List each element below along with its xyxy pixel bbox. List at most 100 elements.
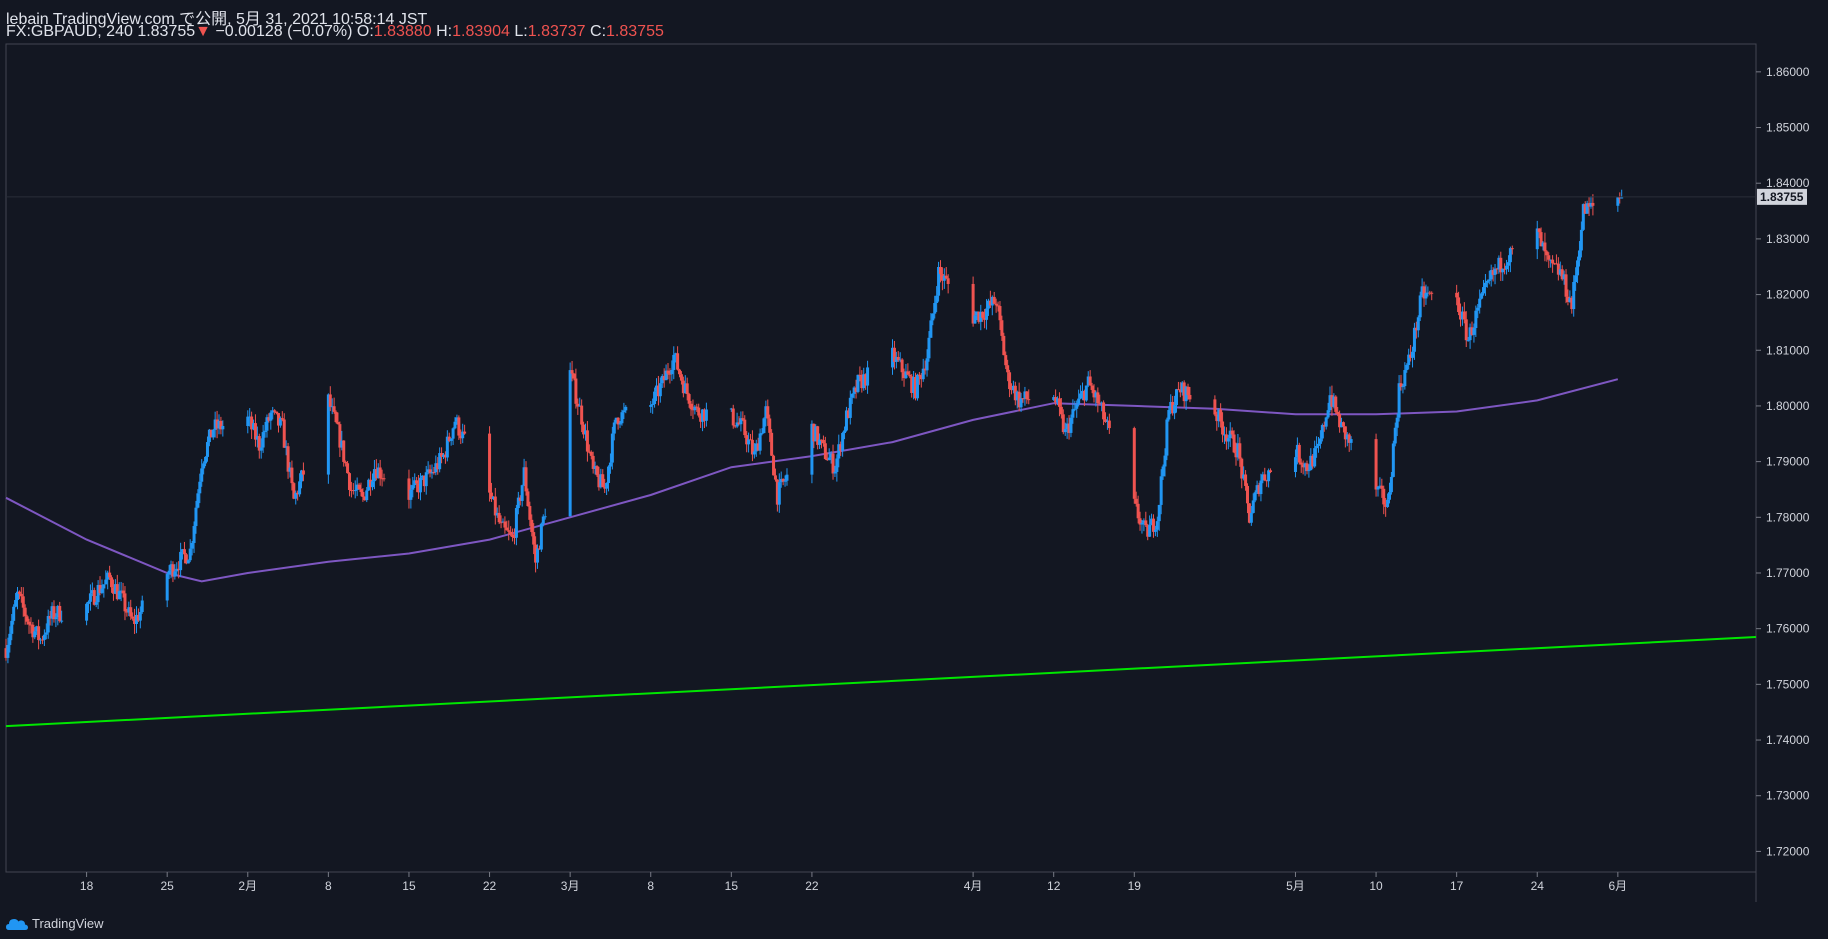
candle-body [528,506,532,520]
candle-body [1244,474,1248,486]
candle-body [570,370,574,374]
candle-body [572,373,576,379]
candle-body [973,315,977,324]
candle-body [1389,476,1393,493]
candle-body [21,596,25,608]
candle-body [344,461,348,464]
candle-body [1349,439,1353,443]
x-tick-label: 4月 [964,879,983,893]
candle-body [211,429,215,438]
candle-body [1401,386,1405,388]
candle-body [102,584,106,589]
candle-body [346,463,350,474]
candle-body [1096,392,1100,404]
candle-body [676,353,680,370]
candle-body [194,507,198,527]
candle-body [1430,292,1434,294]
candle-body [783,480,787,482]
candle-body [595,466,599,476]
candle-body [915,374,919,399]
candle-body [1387,492,1391,500]
candle-body [1148,524,1152,537]
candle-body [944,275,948,279]
candle-body [424,472,428,487]
candle-body [931,313,935,321]
candle-body [1090,385,1094,390]
candle-body [418,477,422,493]
candle-body [1004,355,1008,366]
candle-body [190,543,194,549]
y-tick-label: 1.81000 [1766,343,1810,357]
candle-body [1132,428,1136,499]
candle-body [539,523,543,550]
candle-body [25,616,29,622]
x-tick-label: 6月 [1608,879,1627,893]
candle-body [856,374,860,392]
candle-body [1336,411,1340,415]
candle-body [610,433,614,463]
candle-body [1543,242,1547,252]
candle-body [1324,417,1328,427]
candle-body [1008,372,1012,390]
candle-body [1163,455,1167,467]
candle-body [689,403,693,410]
candle-body [1545,251,1549,256]
candle-body [1505,265,1509,270]
price-chart[interactable]: 1.72000 1.73000 1.74000 1.75000 1.76000 1.770… [0,0,1828,939]
candle-body [1320,425,1324,439]
candle-body [497,512,501,523]
candle-body [1165,419,1169,456]
candle-body [1380,485,1384,489]
candle-body [1136,503,1140,519]
candle-body [123,593,127,612]
candle-body [44,632,48,635]
candle-body [543,516,547,518]
candle-body [290,467,294,484]
candle-body [1075,404,1079,409]
candle-body [831,453,835,474]
candle-body [1472,327,1476,335]
candle-body [1002,335,1006,356]
candle-body [670,369,674,375]
last-price-label: 1.83755 [1760,190,1804,204]
candle-body [10,620,14,634]
candle-body [85,603,89,621]
candle-body [1403,370,1407,387]
candle-body [1226,438,1230,442]
candle-body [1487,279,1491,281]
candle-body [192,526,196,544]
candle-body [1159,476,1163,505]
candle-body [6,644,10,658]
candle-body [1293,457,1297,473]
candle-body [704,409,708,421]
candle-body [27,621,31,625]
candle-body [1341,422,1345,427]
candle-body [19,593,23,597]
candle-body [743,419,747,436]
candle-body [520,485,524,501]
candle-body [42,634,46,640]
candle-body [359,489,363,493]
candle-body [14,600,18,607]
y-tick-label: 1.83000 [1766,232,1810,246]
candle-body [12,606,16,621]
candle-body [1219,409,1223,422]
candle-body [1620,197,1624,199]
candle-body [1405,365,1409,371]
candle-body [186,560,190,564]
candle-body [334,411,338,423]
candle-body [1480,293,1484,299]
candle-body [1230,430,1234,435]
candle-body [1576,260,1580,276]
candle-body [1019,398,1023,408]
y-tick-label: 1.85000 [1766,121,1810,135]
candle-body [833,471,837,474]
candle-body [1510,248,1514,250]
candle-body [946,278,950,284]
candle-body [760,433,764,435]
candle-body [1313,448,1317,467]
candle-body [524,467,528,492]
candle-body [182,549,186,555]
candle-body [866,367,870,386]
candle-body [301,470,305,475]
